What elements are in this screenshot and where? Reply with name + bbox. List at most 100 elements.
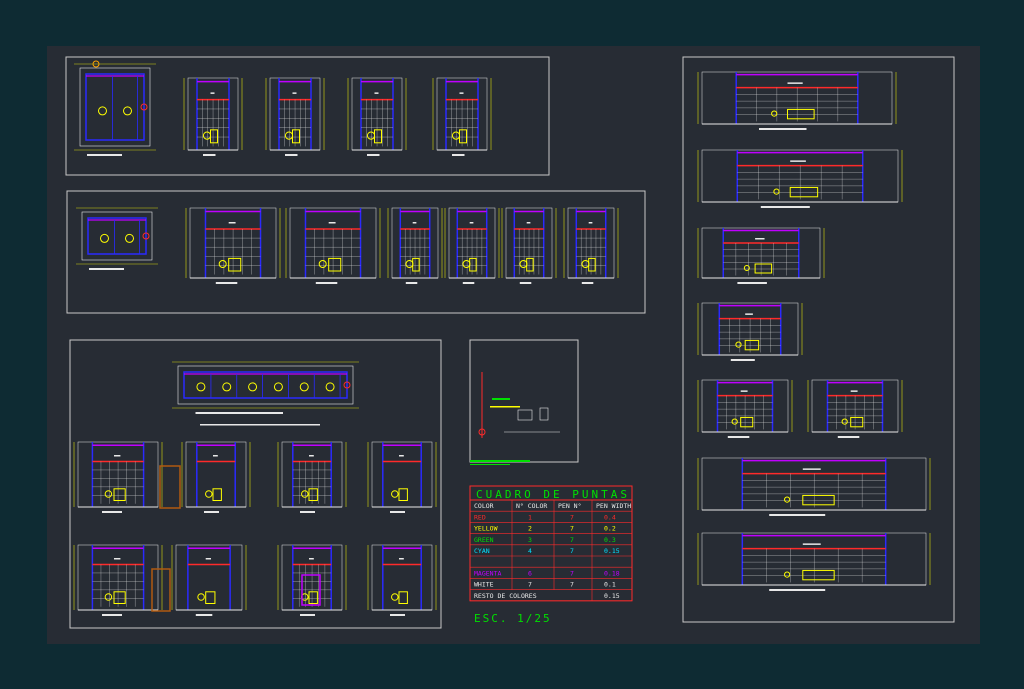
fixture-symbol <box>228 257 242 272</box>
text-mark <box>399 558 404 560</box>
text-mark <box>526 222 531 224</box>
legend-header-cell: N° COLOR <box>516 502 547 510</box>
view-label <box>759 128 807 130</box>
view-label <box>727 436 750 438</box>
fixture-symbol <box>773 188 780 195</box>
plan-fixture <box>299 382 309 392</box>
legend-color-name: WHITE <box>474 581 494 589</box>
fixture-symbol <box>328 257 342 272</box>
legend-header-cell: PEN N° <box>558 502 581 510</box>
view-label <box>519 282 532 284</box>
fixture-symbol <box>398 488 408 501</box>
sheet-frames <box>65 56 955 629</box>
plan-fixture <box>325 382 335 392</box>
text-mark <box>802 468 821 470</box>
elevation-view <box>432 77 492 156</box>
legend-pen-number: 7 <box>570 547 574 555</box>
plan-fixture <box>273 382 283 392</box>
fixture-symbol <box>284 131 294 140</box>
legend-pen-number: 7 <box>570 581 574 589</box>
legend-pen-number: 7 <box>570 536 574 544</box>
elevation-view <box>444 207 500 284</box>
elevation-view <box>285 207 381 284</box>
plan-label <box>200 424 320 426</box>
floor-plan-view <box>76 207 158 270</box>
elevation-view <box>73 441 163 513</box>
view-label <box>837 436 860 438</box>
view-label <box>315 282 338 284</box>
door-symbol <box>151 568 171 612</box>
fixture-symbol <box>308 591 318 604</box>
text-mark <box>114 558 121 560</box>
fixture-symbol <box>744 339 760 351</box>
view-label <box>195 614 213 616</box>
view-label <box>769 589 826 591</box>
view-label <box>300 614 315 616</box>
plan-label <box>195 412 283 414</box>
elevation-outline <box>371 441 433 508</box>
plan-fixture <box>123 106 132 116</box>
plan-fixture <box>98 106 107 116</box>
view-label <box>405 282 418 284</box>
plan-fixture <box>196 382 206 392</box>
text-mark <box>309 558 314 560</box>
legend-pen-number: 7 <box>570 569 574 577</box>
floor-plan-view <box>74 63 156 156</box>
elevation-outline <box>701 532 927 586</box>
view-label <box>452 154 465 156</box>
plan-outline <box>79 67 151 147</box>
fixture-symbol <box>731 418 738 425</box>
cad-drawing-viewport[interactable]: CUADRO DE PUNTAS COLOR N° COLOR PEN N° PEN … <box>0 0 1024 689</box>
detail-symbol <box>539 407 549 421</box>
text-mark <box>292 92 297 94</box>
elevation-view <box>697 149 903 208</box>
text-mark <box>740 390 748 392</box>
text-mark <box>787 82 803 84</box>
view-label <box>581 282 594 284</box>
plan-fixture <box>100 233 109 243</box>
sheet-frame-5 <box>682 56 955 623</box>
fixture-symbol <box>398 591 408 604</box>
elevation-view <box>697 457 931 516</box>
elevation-outline <box>371 544 433 611</box>
plan-walls <box>85 73 145 141</box>
legend-header-cell: COLOR <box>474 502 494 510</box>
fixture-symbol <box>850 416 864 428</box>
detail-view <box>470 372 560 465</box>
fixture-symbol <box>519 260 528 268</box>
fixture-symbol <box>784 496 791 503</box>
elevation-view <box>501 207 557 284</box>
legend-color-number: 3 <box>528 536 532 544</box>
fixture-symbol <box>735 341 742 348</box>
legend-pen-number: 7 <box>570 513 574 521</box>
fixture-symbol <box>740 416 754 428</box>
legend-color-number: 1 <box>528 513 532 521</box>
view-label <box>204 511 219 513</box>
text-mark <box>588 222 593 224</box>
legend-table-title: CUADRO DE PUNTAS <box>476 488 630 501</box>
fixture-symbol <box>301 490 309 498</box>
fixture-symbol <box>391 593 399 601</box>
legend-pen-width: 0.3 <box>604 536 616 544</box>
sheet-frame-4 <box>469 339 579 463</box>
fixture-symbol <box>318 260 327 268</box>
elevation-view <box>265 77 325 156</box>
fixture-symbol <box>405 260 414 268</box>
plan-walls <box>87 217 147 255</box>
elevation-view <box>183 77 243 156</box>
fixture-symbol <box>784 571 791 578</box>
elevation-view <box>697 302 803 361</box>
fixture-symbol <box>459 129 467 144</box>
fixture-symbol <box>802 494 835 506</box>
elevation-view <box>387 207 443 284</box>
legend-color-name: GREEN <box>474 536 494 544</box>
elevation-view <box>73 544 163 616</box>
legend-pen-width: 0.2 <box>604 525 616 533</box>
elevation-outline <box>185 441 247 508</box>
text-mark <box>755 238 765 240</box>
fixture-symbol <box>802 569 835 581</box>
fixture-symbol <box>588 257 596 272</box>
fixture-symbol <box>581 260 590 268</box>
fixture-symbol <box>771 110 778 117</box>
fixture-symbol <box>374 129 382 144</box>
